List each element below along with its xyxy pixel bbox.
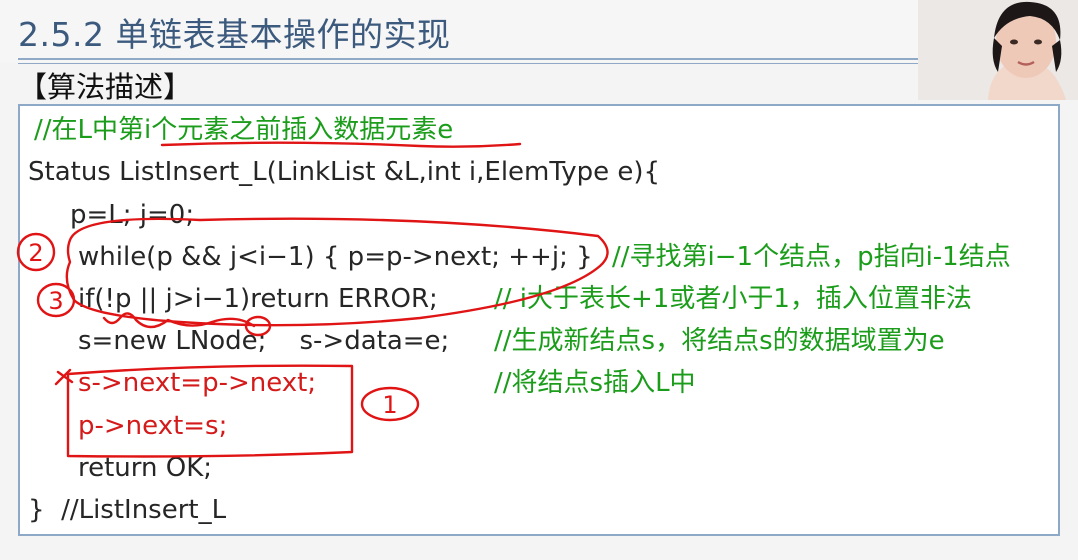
ink-loop-while-if bbox=[65, 217, 609, 327]
ink-mark-3: 3 bbox=[48, 287, 63, 315]
ink-annotations: 2 3 1 bbox=[16, 141, 609, 458]
ink-mark-1: 1 bbox=[382, 391, 397, 419]
ink-underline-header bbox=[160, 141, 522, 148]
ink-box-insert bbox=[66, 364, 354, 458]
ink-box-tick bbox=[54, 368, 74, 386]
ink-mark-2: 2 bbox=[28, 239, 43, 267]
